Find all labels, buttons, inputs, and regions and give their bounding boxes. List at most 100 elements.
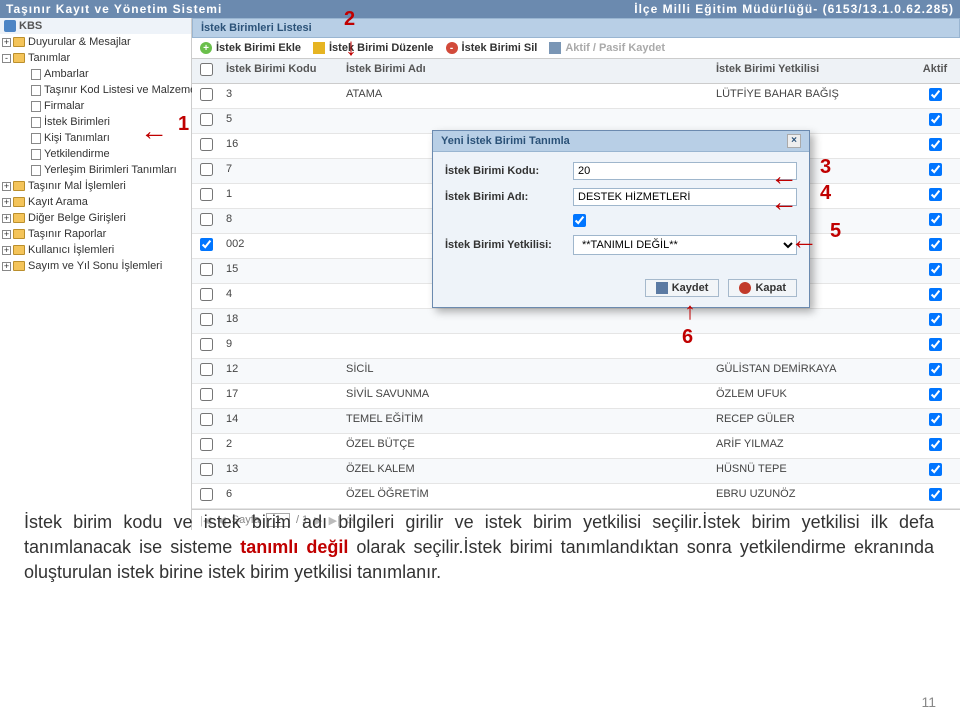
- table-row[interactable]: 3ATAMALÜTFİYE BAHAR BAĞIŞ: [192, 84, 960, 109]
- table-row[interactable]: 14TEMEL EĞİTİMRECEP GÜLER: [192, 409, 960, 434]
- tree-item[interactable]: +Taşınır Raporlar: [0, 226, 191, 242]
- cell-kod: 3: [220, 84, 340, 108]
- yetkili-select[interactable]: **TANIMLI DEĞİL**: [573, 235, 797, 255]
- close-button[interactable]: Kapat: [728, 279, 797, 297]
- toolbar: +İstek Birimi Ekle İstek Birimi Düzenle …: [192, 38, 960, 59]
- table-row[interactable]: 9: [192, 334, 960, 359]
- tree-item[interactable]: İstek Birimleri: [0, 114, 191, 130]
- tree-item[interactable]: Yetkilendirme: [0, 146, 191, 162]
- row-checkbox[interactable]: [200, 188, 213, 201]
- add-button[interactable]: +İstek Birimi Ekle: [200, 42, 301, 54]
- org-title: İlçe Milli Eğitim Müdürlüğü- (6153/13.1.…: [634, 2, 954, 16]
- expander-icon[interactable]: -: [2, 54, 11, 63]
- aktif-checkbox[interactable]: [929, 338, 942, 351]
- cell-yet: HÜSNÜ TEPE: [710, 459, 910, 483]
- aktif-checkbox[interactable]: [929, 413, 942, 426]
- table-row[interactable]: 2ÖZEL BÜTÇEARİF YILMAZ: [192, 434, 960, 459]
- del-label: İstek Birimi Sil: [462, 42, 538, 54]
- tree-label: Kişi Tanımları: [44, 132, 110, 144]
- row-checkbox[interactable]: [200, 213, 213, 226]
- tree-item[interactable]: +Duyurular & Mesajlar: [0, 34, 191, 50]
- expander-icon[interactable]: +: [2, 262, 11, 271]
- save-button[interactable]: Kaydet: [645, 279, 720, 297]
- tree-root-kbs[interactable]: KBS: [0, 18, 191, 34]
- pencil-icon: [313, 42, 325, 54]
- folder-icon: [13, 197, 25, 207]
- adi-input[interactable]: [573, 188, 797, 206]
- row-checkbox[interactable]: [200, 388, 213, 401]
- expander-icon[interactable]: +: [2, 198, 11, 207]
- aktif-checkbox[interactable]: [929, 188, 942, 201]
- expander-icon[interactable]: +: [2, 182, 11, 191]
- expander-icon[interactable]: +: [2, 246, 11, 255]
- delete-button[interactable]: -İstek Birimi Sil: [446, 42, 538, 54]
- row-checkbox[interactable]: [200, 338, 213, 351]
- tree-item[interactable]: -Tanımlar: [0, 50, 191, 66]
- activepassive-save-button[interactable]: Aktif / Pasif Kaydet: [549, 42, 665, 54]
- cell-yet: EBRU UZUNÖZ: [710, 484, 910, 508]
- aktif-checkbox[interactable]: [929, 88, 942, 101]
- aktif-checkbox[interactable]: [929, 138, 942, 151]
- folder-icon: [13, 213, 25, 223]
- aktif-checkbox[interactable]: [929, 163, 942, 176]
- table-row[interactable]: 12SİCİLGÜLİSTAN DEMİRKAYA: [192, 359, 960, 384]
- tree-item[interactable]: +Diğer Belge Girişleri: [0, 210, 191, 226]
- disk-icon: [549, 42, 561, 54]
- aktif-checkbox[interactable]: [929, 463, 942, 476]
- cell-kod: 8: [220, 209, 340, 233]
- tree-item[interactable]: Yerleşim Birimleri Tanımları: [0, 162, 191, 178]
- kbs-icon: [4, 20, 16, 32]
- tree-item[interactable]: +Kullanıcı İşlemleri: [0, 242, 191, 258]
- table-row[interactable]: 17SİVİL SAVUNMAÖZLEM UFUK: [192, 384, 960, 409]
- aktif-checkbox[interactable]: [929, 363, 942, 376]
- aktif-checkbox[interactable]: [929, 488, 942, 501]
- expander-icon[interactable]: +: [2, 230, 11, 239]
- select-all-checkbox[interactable]: [200, 63, 213, 76]
- tree-item[interactable]: Taşınır Kod Listesi ve Malzemeler: [0, 82, 191, 98]
- row-checkbox[interactable]: [200, 113, 213, 126]
- cell-kod: 15: [220, 259, 340, 283]
- row-checkbox[interactable]: [200, 88, 213, 101]
- row-checkbox[interactable]: [200, 438, 213, 451]
- row-checkbox[interactable]: [200, 463, 213, 476]
- tree-item[interactable]: Firmalar: [0, 98, 191, 114]
- save-label: Aktif / Pasif Kaydet: [565, 42, 665, 54]
- tree-item[interactable]: +Kayıt Arama: [0, 194, 191, 210]
- expander-icon[interactable]: +: [2, 214, 11, 223]
- tree-item[interactable]: +Sayım ve Yıl Sonu İşlemleri: [0, 258, 191, 274]
- table-row[interactable]: 18: [192, 309, 960, 334]
- sidebar-tree: KBS +Duyurular & Mesajlar-TanımlarAmbarl…: [0, 18, 192, 530]
- callout-3: 3: [820, 156, 831, 179]
- folder-icon: [13, 229, 25, 239]
- row-checkbox[interactable]: [200, 263, 213, 276]
- row-checkbox[interactable]: [200, 313, 213, 326]
- row-checkbox[interactable]: [200, 238, 213, 251]
- aktif-checkbox[interactable]: [929, 438, 942, 451]
- row-checkbox[interactable]: [200, 163, 213, 176]
- close-icon[interactable]: ×: [787, 134, 801, 148]
- aktif-checkbox[interactable]: [573, 214, 586, 227]
- aktif-checkbox[interactable]: [929, 388, 942, 401]
- aktif-checkbox[interactable]: [929, 213, 942, 226]
- row-checkbox[interactable]: [200, 488, 213, 501]
- tree-label: İstek Birimleri: [44, 116, 110, 128]
- table-row[interactable]: 6ÖZEL ÖĞRETİMEBRU UZUNÖZ: [192, 484, 960, 509]
- row-checkbox[interactable]: [200, 288, 213, 301]
- table-row[interactable]: 13ÖZEL KALEMHÜSNÜ TEPE: [192, 459, 960, 484]
- aktif-checkbox[interactable]: [929, 113, 942, 126]
- tree-item[interactable]: Kişi Tanımları: [0, 130, 191, 146]
- aktif-checkbox[interactable]: [929, 263, 942, 276]
- expander-icon[interactable]: +: [2, 38, 11, 47]
- row-checkbox[interactable]: [200, 138, 213, 151]
- edit-button[interactable]: İstek Birimi Düzenle: [313, 42, 434, 54]
- row-checkbox[interactable]: [200, 363, 213, 376]
- cell-kod: 9: [220, 334, 340, 358]
- add-label: İstek Birimi Ekle: [216, 42, 301, 54]
- row-checkbox[interactable]: [200, 413, 213, 426]
- aktif-checkbox[interactable]: [929, 288, 942, 301]
- kod-input[interactable]: [573, 162, 797, 180]
- tree-item[interactable]: Ambarlar: [0, 66, 191, 82]
- tree-item[interactable]: +Taşınır Mal İşlemleri: [0, 178, 191, 194]
- aktif-checkbox[interactable]: [929, 238, 942, 251]
- aktif-checkbox[interactable]: [929, 313, 942, 326]
